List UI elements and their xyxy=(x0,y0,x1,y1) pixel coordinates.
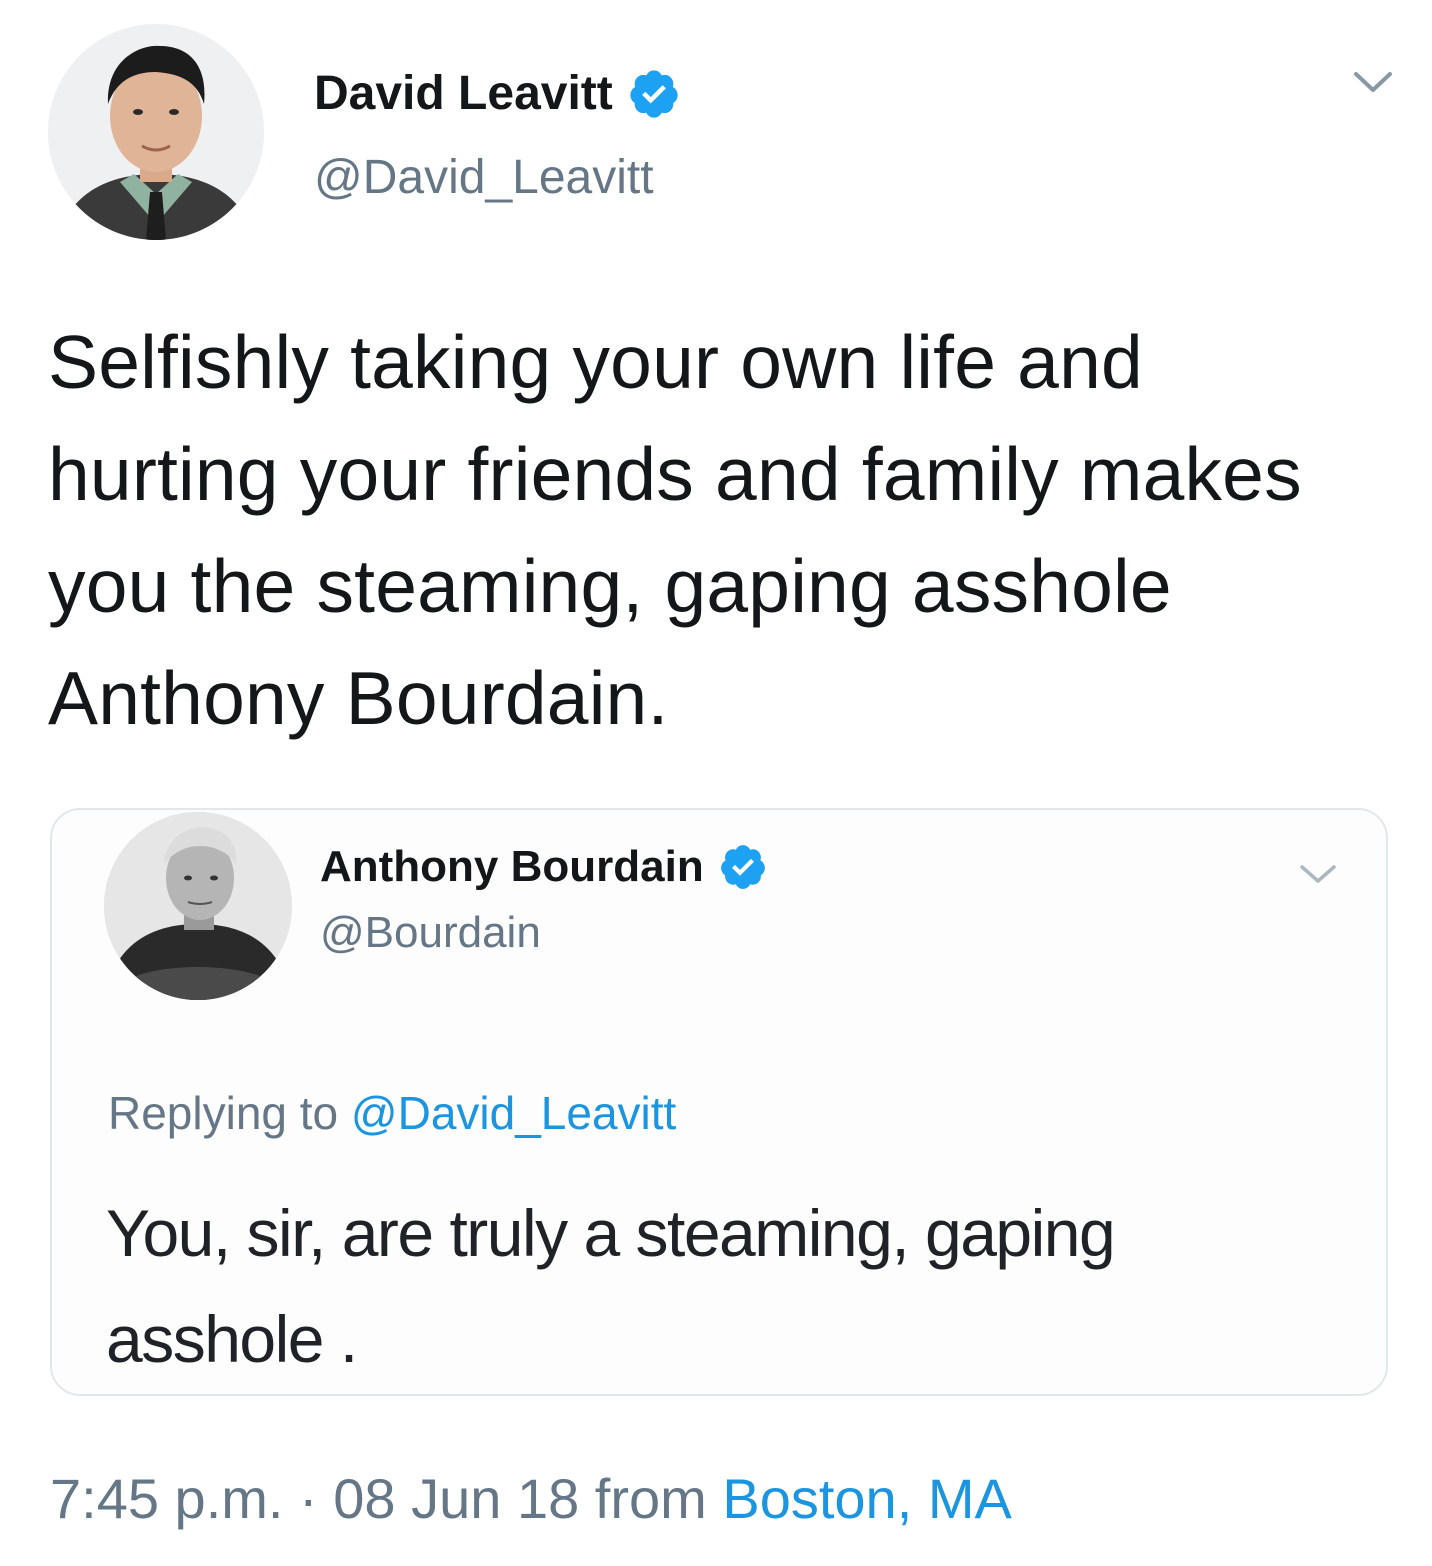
tweet-text: Selfishly taking your own life and hurti… xyxy=(48,320,1302,740)
quoted-author-avatar-image xyxy=(104,812,292,1000)
quoted-author-name-text: Anthony Bourdain xyxy=(320,842,704,891)
replying-to-label: Replying to xyxy=(108,1087,339,1139)
author-name[interactable]: David Leavitt xyxy=(314,64,681,124)
author-avatar-image xyxy=(48,24,264,240)
quoted-tweet-text: You, sir, are truly a steaming, gaping a… xyxy=(106,1196,1116,1376)
quoted-author-name[interactable]: Anthony Bourdain xyxy=(320,838,768,896)
verified-badge-icon xyxy=(718,842,768,892)
author-name-text: David Leavitt xyxy=(314,67,613,120)
tweet-time[interactable]: 7:45 p.m. xyxy=(50,1467,283,1530)
tweet-location-link[interactable]: Boston, MA xyxy=(722,1467,1011,1530)
source-prefix: from xyxy=(594,1467,707,1530)
replying-to-link[interactable]: @David_Leavitt xyxy=(351,1087,676,1139)
author-handle[interactable]: @David_Leavitt xyxy=(314,148,654,208)
verified-badge-icon xyxy=(627,67,681,121)
quoted-author-handle[interactable]: @Bourdain xyxy=(320,904,541,962)
chevron-down-icon[interactable] xyxy=(1350,62,1396,102)
chevron-down-icon[interactable] xyxy=(1296,856,1340,892)
quoted-author-avatar[interactable] xyxy=(104,812,292,1000)
author-avatar[interactable] xyxy=(48,24,264,240)
tweet-date[interactable]: 08 Jun 18 xyxy=(333,1467,579,1530)
tweet-meta: 7:45 p.m. · 08 Jun 18 from Boston, MA xyxy=(50,1464,1012,1534)
replying-to-line: Replying to @David_Leavitt xyxy=(108,1084,676,1142)
meta-separator: · xyxy=(299,1467,318,1530)
